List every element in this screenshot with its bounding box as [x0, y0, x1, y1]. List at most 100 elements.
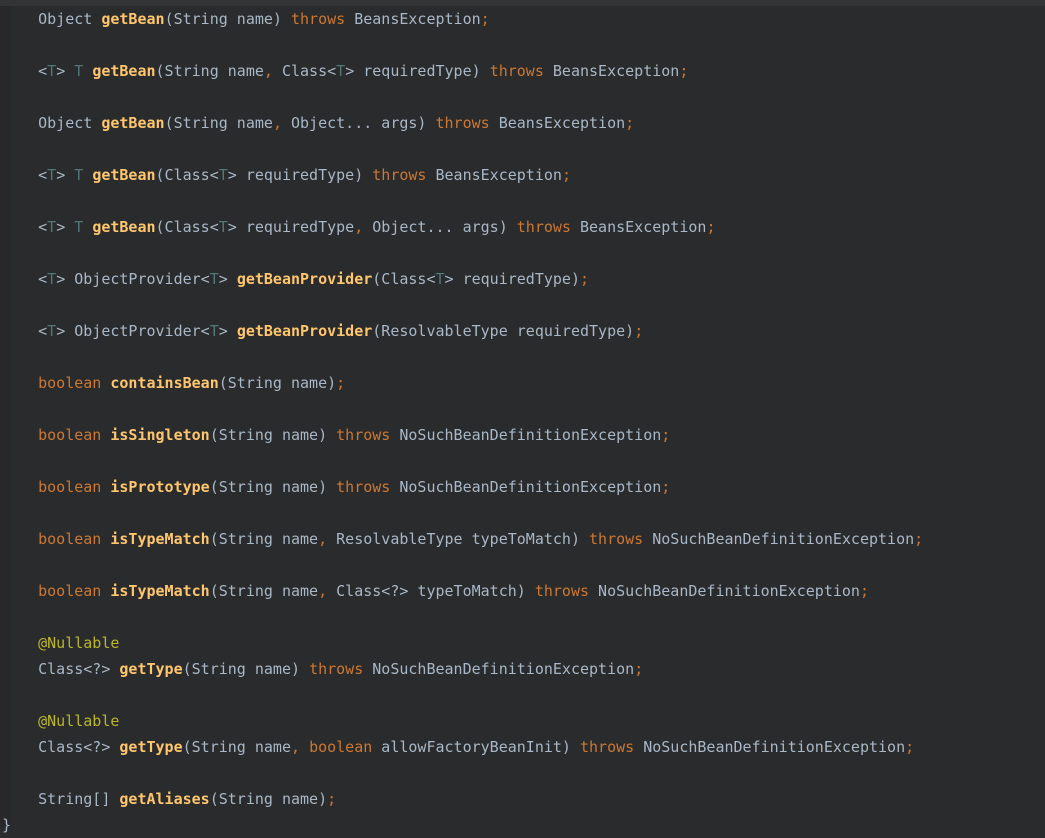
- token-default-text: (String name): [210, 426, 336, 444]
- token-keyword-or-punctuation: ,: [273, 114, 282, 132]
- token-method-declaration: getBean: [92, 62, 155, 80]
- code-line[interactable]: @Nullable: [2, 630, 1045, 656]
- token-default-text: (String name: [183, 738, 291, 756]
- token-default-text: > requiredType): [445, 270, 580, 288]
- code-line[interactable]: boolean isPrototype(String name) throws …: [2, 474, 1045, 500]
- code-line[interactable]: [2, 396, 1045, 422]
- token-method-declaration: getBean: [101, 10, 164, 28]
- code-line[interactable]: boolean isTypeMatch(String name, Class<?…: [2, 578, 1045, 604]
- token-default-text: (Class<: [372, 270, 435, 288]
- token-default-text: > requiredType: [228, 218, 354, 236]
- token-method-declaration: containsBean: [110, 374, 218, 392]
- token-keyword-or-punctuation: ;: [327, 790, 336, 808]
- code-line[interactable]: [2, 448, 1045, 474]
- token-default-text: (Class<: [156, 166, 219, 184]
- token-keyword-or-punctuation: ,: [318, 582, 327, 600]
- token-default-text: BeansException: [571, 218, 706, 236]
- token-default-text: String[]: [2, 790, 119, 808]
- token-default-text: (String name: [210, 582, 318, 600]
- code-line[interactable]: [2, 760, 1045, 786]
- token-keyword-or-punctuation: boolean: [309, 738, 372, 756]
- token-default-text: (String name): [183, 660, 309, 678]
- code-line[interactable]: <T> ObjectProvider<T> getBeanProvider(Re…: [2, 318, 1045, 344]
- token-keyword-or-punctuation: boolean: [38, 374, 101, 392]
- token-default-text: (String name: [165, 114, 273, 132]
- token-type-parameter: T: [219, 218, 228, 236]
- code-line[interactable]: [2, 136, 1045, 162]
- token-type-parameter: T: [47, 270, 56, 288]
- code-line[interactable]: [2, 32, 1045, 58]
- token-annotation: @Nullable: [38, 712, 119, 730]
- code-line[interactable]: boolean containsBean(String name);: [2, 370, 1045, 396]
- token-default-text: [83, 166, 92, 184]
- token-default-text: Class<: [273, 62, 336, 80]
- token-type-parameter: T: [74, 166, 83, 184]
- code-line[interactable]: <T> T getBean(Class<T> requiredType) thr…: [2, 162, 1045, 188]
- code-line[interactable]: [2, 344, 1045, 370]
- code-line[interactable]: }: [2, 812, 1045, 838]
- token-keyword-or-punctuation: ,: [291, 738, 300, 756]
- token-default-text: }: [2, 816, 11, 834]
- token-default-text: >: [219, 322, 237, 340]
- token-default-text: (String name: [156, 62, 264, 80]
- token-default-text: <: [2, 166, 47, 184]
- token-default-text: Object: [2, 10, 101, 28]
- token-keyword-or-punctuation: throws: [372, 166, 426, 184]
- token-keyword-or-punctuation: throws: [291, 10, 345, 28]
- code-line[interactable]: [2, 682, 1045, 708]
- token-default-text: [300, 738, 309, 756]
- code-line[interactable]: <T> ObjectProvider<T> getBeanProvider(Cl…: [2, 266, 1045, 292]
- code-line[interactable]: [2, 292, 1045, 318]
- token-default-text: BeansException: [544, 62, 679, 80]
- token-default-text: > ObjectProvider<: [56, 270, 210, 288]
- code-line[interactable]: boolean isTypeMatch(String name, Resolva…: [2, 526, 1045, 552]
- token-method-declaration: getBean: [92, 218, 155, 236]
- token-method-declaration: getType: [119, 738, 182, 756]
- token-default-text: Class<?>: [2, 738, 119, 756]
- code-line[interactable]: [2, 552, 1045, 578]
- code-line[interactable]: [2, 604, 1045, 630]
- token-keyword-or-punctuation: throws: [580, 738, 634, 756]
- token-default-text: Class<?> typeToMatch): [327, 582, 535, 600]
- code-line[interactable]: Object getBean(String name, Object... ar…: [2, 110, 1045, 136]
- token-default-text: >: [219, 270, 237, 288]
- code-line[interactable]: <T> T getBean(Class<T> requiredType, Obj…: [2, 214, 1045, 240]
- token-type-parameter: T: [436, 270, 445, 288]
- token-default-text: >: [56, 218, 74, 236]
- token-default-text: NoSuchBeanDefinitionException: [634, 738, 905, 756]
- token-default-text: [83, 62, 92, 80]
- code-line[interactable]: [2, 84, 1045, 110]
- code-line[interactable]: [2, 240, 1045, 266]
- token-keyword-or-punctuation: ;: [634, 660, 643, 678]
- token-method-declaration: getBean: [92, 166, 155, 184]
- token-keyword-or-punctuation: throws: [336, 478, 390, 496]
- code-line[interactable]: [2, 188, 1045, 214]
- code-line[interactable]: boolean isSingleton(String name) throws …: [2, 422, 1045, 448]
- code-editor-area[interactable]: Object getBean (String name) throws Beans…: [2, 6, 1045, 838]
- code-line[interactable]: @Nullable: [2, 708, 1045, 734]
- code-line[interactable]: Class<?> getType(String name, boolean al…: [2, 734, 1045, 760]
- token-type-parameter: T: [74, 62, 83, 80]
- token-method-declaration: isTypeMatch: [110, 582, 209, 600]
- token-type-parameter: T: [219, 166, 228, 184]
- token-method-declaration: isSingleton: [110, 426, 209, 444]
- code-line[interactable]: <T> T getBean(String name, Class<T> requ…: [2, 58, 1045, 84]
- token-type-parameter: T: [74, 218, 83, 236]
- token-keyword-or-punctuation: ;: [914, 530, 923, 548]
- token-keyword-or-punctuation: throws: [535, 582, 589, 600]
- token-default-text: allowFactoryBeanInit): [372, 738, 580, 756]
- token-keyword-or-punctuation: boolean: [38, 582, 101, 600]
- code-line[interactable]: [2, 500, 1045, 526]
- token-default-text: Class<?>: [2, 660, 119, 678]
- token-default-text: <: [2, 322, 47, 340]
- code-line[interactable]: Class<?> getType(String name) throws NoS…: [2, 656, 1045, 682]
- token-keyword-or-punctuation: ;: [625, 114, 634, 132]
- token-type-parameter: T: [47, 166, 56, 184]
- token-keyword-or-punctuation: boolean: [38, 530, 101, 548]
- code-line[interactable]: Object getBean(String name) throws Beans…: [2, 6, 1045, 32]
- code-line[interactable]: String[] getAliases(String name);: [2, 786, 1045, 812]
- token-keyword-or-punctuation: ;: [661, 478, 670, 496]
- token-type-parameter: T: [336, 62, 345, 80]
- token-default-text: [2, 530, 38, 548]
- token-default-text: > ObjectProvider<: [56, 322, 210, 340]
